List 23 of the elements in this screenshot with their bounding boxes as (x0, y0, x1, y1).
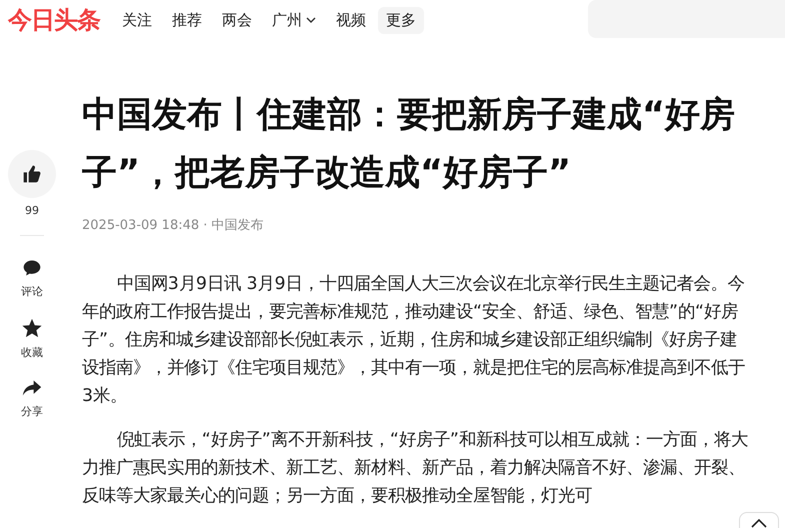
article-title: 中国发布丨住建部：要把新房子建成“好房子”，把老房子改造成“好房子” (82, 94, 736, 195)
logo[interactable]: 今日头条 (8, 4, 100, 36)
action-label: 评论 (21, 284, 43, 299)
action-label: 分享 (21, 404, 43, 419)
comment-button[interactable]: 评论 (21, 258, 43, 299)
favorite-button[interactable]: 收藏 (21, 317, 43, 360)
nav-link[interactable]: 两会 (214, 6, 260, 34)
nav-link[interactable]: 广州 (264, 6, 324, 34)
thumbs-up-icon (22, 164, 42, 184)
article-meta: 2025-03-09 18:48 · 中国发布 (82, 217, 265, 234)
nav-link[interactable]: 关注 (114, 6, 160, 34)
action-label: 收藏 (21, 345, 43, 360)
article-paragraph: 倪虹表示，“好房子”离不开新科技，“好房子”和新科技可以相互成就：一方面，将大力推广惠民实用的新技术、新工艺、新材料、新产品，着力解决隔音不好、渗漏、开裂、反味等大家最关心的问题；另一方面，要积极推动全屋智能，灯光可 (82, 429, 749, 508)
nav-link[interactable]: 视频 (328, 6, 374, 34)
nav-link[interactable]: 推荐 (164, 6, 210, 34)
share-arrow-icon (22, 378, 42, 398)
speech-bubble-icon (22, 258, 42, 278)
share-button[interactable]: 分享 (21, 378, 43, 419)
chevron-up-icon (751, 519, 767, 528)
chevron-down-icon (306, 17, 316, 23)
action-label: 99 (25, 204, 39, 217)
star-icon (21, 317, 43, 339)
article-paragraph: 中国网3月9日讯 3月9日，十四届全国人大三次会议在北京举行民生主题记者会。今年的政府工作报告提出，要完善标准规范，推动建设“安全、舒适、绿色、智慧”的“好房子”。住房和城乡建设部部长倪虹表示，近期，住房和城乡建设部正组织编制《好房子建设指南》，并修订《住宅项目规范》，其中有一项，就是把住宅的层高标准提高到不低于3米。 (82, 273, 746, 408)
